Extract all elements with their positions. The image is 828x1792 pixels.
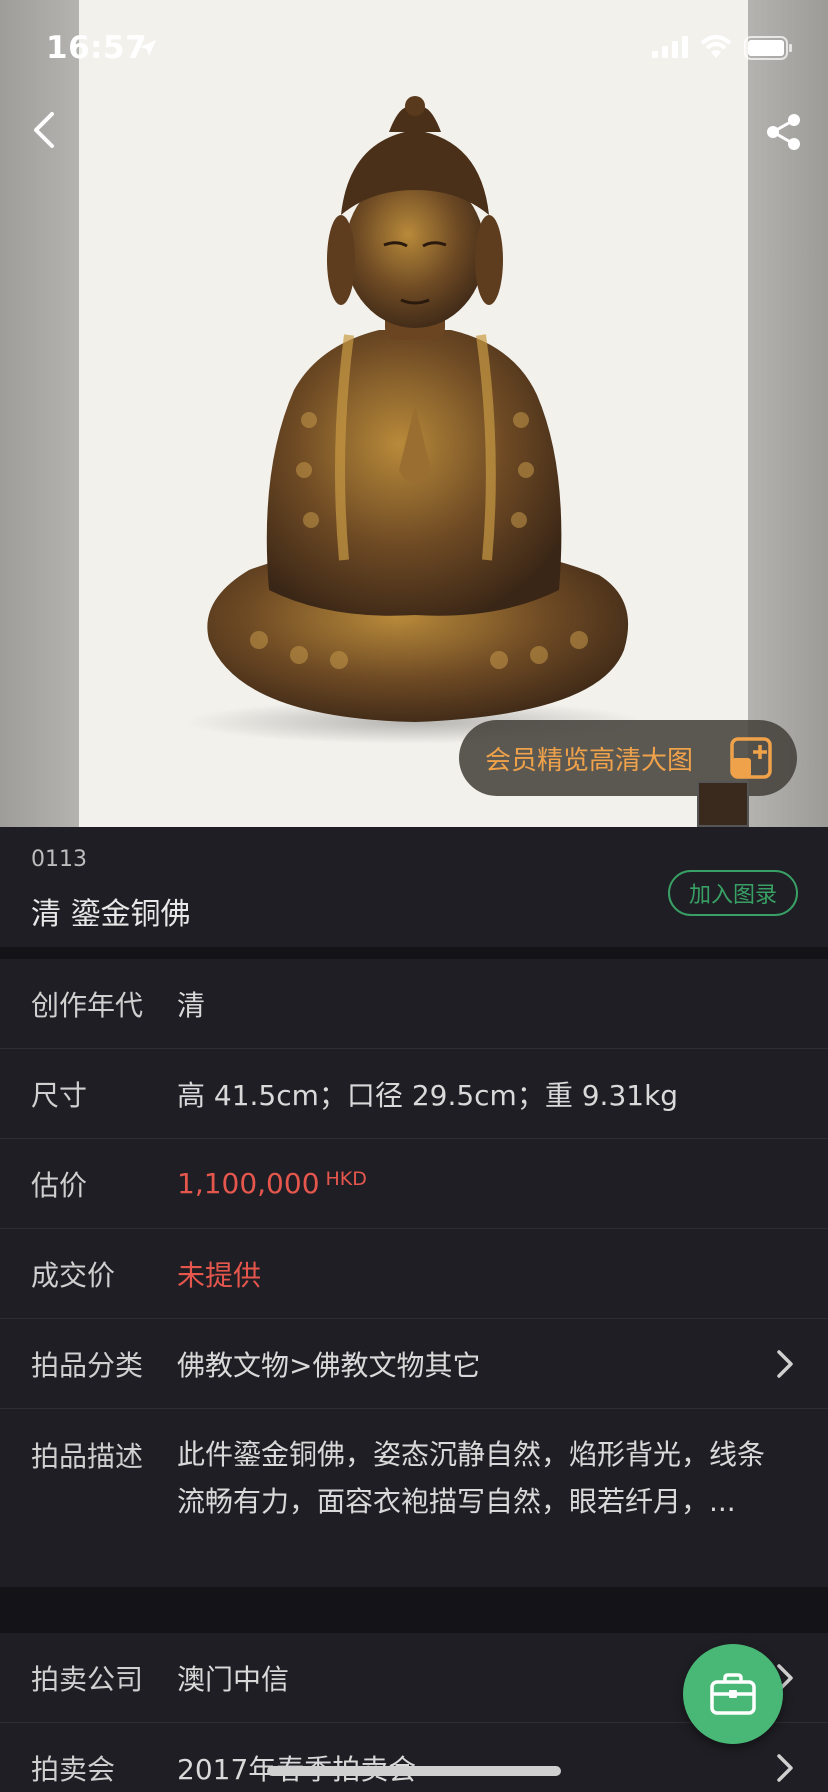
auction-label: 拍卖公司 bbox=[31, 1662, 144, 1696]
back-icon bbox=[34, 112, 54, 148]
detail-label: 成交价 bbox=[31, 1258, 116, 1292]
detail-row-estimate: 估价 1,100,000 HKD bbox=[0, 1139, 828, 1229]
lot-details-list: 创作年代 清 尺寸 高 41.5cm；口径 29.5cm；重 9.31kg 估价… bbox=[0, 959, 828, 1587]
hammer-price-value: 未提供 bbox=[177, 1258, 262, 1292]
estimate-value: 1,100,000 HKD bbox=[177, 1167, 367, 1200]
toolbox-fab-button[interactable] bbox=[683, 1644, 783, 1744]
chevron-right-icon bbox=[777, 1350, 793, 1378]
share-button[interactable] bbox=[760, 108, 808, 156]
detail-row-era: 创作年代 清 bbox=[0, 959, 828, 1049]
back-button[interactable] bbox=[22, 104, 66, 156]
chevron-right-icon bbox=[777, 1754, 793, 1782]
estimate-currency: HKD bbox=[325, 1168, 367, 1190]
auction-label: 拍卖会 bbox=[31, 1752, 116, 1786]
location-arrow-icon bbox=[138, 38, 158, 62]
image-thumbnail[interactable] bbox=[697, 781, 749, 827]
lot-title-block: 0113 清 鎏金铜佛 加入图录 bbox=[0, 827, 828, 947]
detail-label: 拍品描述 bbox=[31, 1440, 144, 1473]
detail-row-size: 尺寸 高 41.5cm；口径 29.5cm；重 9.31kg bbox=[0, 1049, 828, 1139]
lot-name: 清 鎏金铜佛 bbox=[31, 897, 191, 932]
detail-value: 高 41.5cm；口径 29.5cm；重 9.31kg bbox=[177, 1078, 679, 1112]
lot-photo[interactable] bbox=[79, 0, 748, 827]
detail-row-description[interactable]: 拍品描述 此件鎏金铜佛，姿态沉静自然，焰形背光，线条流畅有力，面容衣袍描写自然，… bbox=[0, 1409, 828, 1587]
description-value: 此件鎏金铜佛，姿态沉静自然，焰形背光，线条流畅有力，面容衣袍描写自然，眼若纤月，… bbox=[177, 1438, 766, 1518]
wifi-icon bbox=[700, 34, 732, 64]
buddha-statue-image bbox=[185, 96, 645, 744]
detail-label: 拍品分类 bbox=[31, 1348, 144, 1382]
detail-value: 清 bbox=[177, 988, 206, 1022]
lot-number: 0113 bbox=[31, 847, 87, 872]
signal-icon bbox=[652, 36, 690, 62]
estimate-amount: 1,100,000 bbox=[177, 1167, 320, 1200]
section-divider bbox=[0, 1587, 828, 1633]
status-bar: 16:57 bbox=[0, 0, 828, 100]
category-value: 佛教文物>佛教文物其它 bbox=[177, 1348, 481, 1382]
section-divider bbox=[0, 947, 828, 959]
status-time: 16:57 bbox=[46, 30, 148, 66]
detail-label: 创作年代 bbox=[31, 988, 144, 1022]
hero-image-area[interactable]: 16:57 会员精览高清大图 bbox=[0, 0, 828, 827]
detail-row-category[interactable]: 拍品分类 佛教文物>佛教文物其它 bbox=[0, 1319, 828, 1409]
auction-company-value: 澳门中信 bbox=[177, 1662, 290, 1696]
home-indicator[interactable] bbox=[267, 1766, 561, 1776]
add-to-catalog-button[interactable]: 加入图录 bbox=[668, 870, 798, 916]
detail-label: 估价 bbox=[31, 1168, 88, 1202]
detail-row-hammer-price: 成交价 未提供 bbox=[0, 1229, 828, 1319]
hd-zoom-icon bbox=[730, 737, 772, 779]
hd-image-label: 会员精览高清大图 bbox=[485, 745, 694, 776]
share-icon bbox=[767, 114, 800, 150]
detail-label: 尺寸 bbox=[31, 1078, 88, 1112]
battery-icon bbox=[744, 36, 794, 64]
briefcase-icon bbox=[710, 1673, 756, 1715]
